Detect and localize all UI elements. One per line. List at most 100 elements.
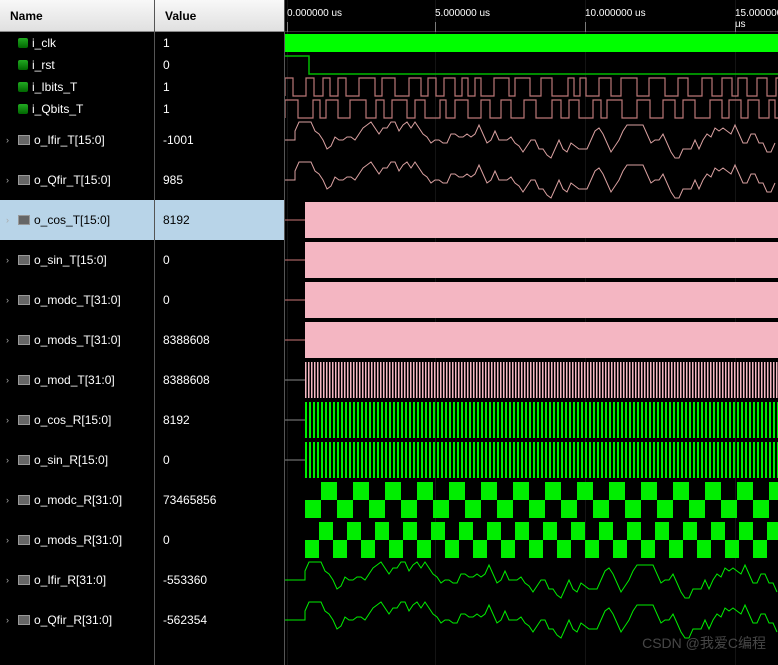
signal-row[interactable]: i_rst xyxy=(0,54,154,76)
time-ruler[interactable]: 0.000000 us 5.000000 us 10.000000 us 15.… xyxy=(285,0,778,32)
signal-row[interactable]: › o_mod_T[31:0] xyxy=(0,360,154,400)
signal-row[interactable]: › o_modc_T[31:0] xyxy=(0,280,154,320)
signal-value-list: 1011-10019858192008388608838860881920734… xyxy=(155,32,284,640)
signal-row[interactable]: › o_sin_R[15:0] xyxy=(0,440,154,480)
signal-value: 1 xyxy=(155,32,284,54)
signal-value: 0 xyxy=(155,280,284,320)
signal-name: o_modc_T[31:0] xyxy=(34,293,121,307)
name-column: Name i_clki_rsti_Ibits_Ti_Qbits_T›o_Ifir… xyxy=(0,0,155,665)
name-header[interactable]: Name xyxy=(0,0,154,32)
signal-value: -1001 xyxy=(155,120,284,160)
bus-icon xyxy=(18,335,30,345)
signal-name: o_cos_T[15:0] xyxy=(34,213,110,227)
signal-row[interactable]: › o_Qfir_T[15:0] xyxy=(0,160,154,200)
waveform-row[interactable] xyxy=(285,560,778,600)
expand-icon[interactable]: › xyxy=(6,495,18,505)
expand-icon[interactable]: › xyxy=(6,575,18,585)
signal-name: o_modc_R[31:0] xyxy=(34,493,122,507)
bus-icon xyxy=(18,295,30,305)
signal-value: 1 xyxy=(155,98,284,120)
waveform-row[interactable] xyxy=(285,32,778,54)
expand-icon[interactable]: › xyxy=(6,535,18,545)
signal-name-list: i_clk i_rst i_Ibits_T i_Qbits_T ›o_Ifir_T[15… xyxy=(0,32,154,640)
bus-icon xyxy=(18,455,30,465)
value-column: Value 1011-10019858192008388608838860881… xyxy=(155,0,285,665)
signal-value: 8388608 xyxy=(155,360,284,400)
signal-row[interactable]: i_Ibits_T xyxy=(0,76,154,98)
waveform-row[interactable] xyxy=(285,200,778,240)
ruler-tick: 15.000000 us xyxy=(735,8,778,30)
signal-value: 8192 xyxy=(155,200,284,240)
signal-name: i_clk xyxy=(32,36,56,50)
waveform-area[interactable] xyxy=(285,32,778,640)
signal-row[interactable]: ›o_Ifir_T[15:0] xyxy=(0,120,154,160)
waveform-column[interactable]: 0.000000 us 5.000000 us 10.000000 us 15.… xyxy=(285,0,778,665)
signal-row[interactable]: › o_modc_R[31:0] xyxy=(0,480,154,520)
signal-value: 0 xyxy=(155,240,284,280)
signal-name: o_mod_T[31:0] xyxy=(34,373,115,387)
signal-row[interactable]: ›o_sin_T[15:0] xyxy=(0,240,154,280)
expand-icon[interactable]: › xyxy=(6,175,18,185)
waveform-row[interactable] xyxy=(285,320,778,360)
signal-value: 8192 xyxy=(155,400,284,440)
waveform-row[interactable] xyxy=(285,120,778,160)
signal-row[interactable]: › o_Ifir_R[31:0] xyxy=(0,560,154,600)
bus-icon xyxy=(18,135,30,145)
signal-value: 0 xyxy=(155,54,284,76)
bus-icon xyxy=(18,575,30,585)
signal-row[interactable]: i_Qbits_T xyxy=(0,98,154,120)
expand-icon[interactable]: › xyxy=(6,615,18,625)
signal-name: o_Qfir_T[15:0] xyxy=(34,173,111,187)
bus-icon xyxy=(18,535,30,545)
signal-name: i_Ibits_T xyxy=(32,80,77,94)
waveform-row[interactable] xyxy=(285,98,778,120)
expand-icon[interactable]: › xyxy=(6,455,18,465)
signal-name: o_Ifir_R[31:0] xyxy=(34,573,106,587)
waveform-row[interactable] xyxy=(285,520,778,560)
waveform-row[interactable] xyxy=(285,480,778,520)
bus-icon xyxy=(18,255,30,265)
signal-row[interactable]: ›o_Qfir_R[31:0] xyxy=(0,600,154,640)
bus-icon xyxy=(18,415,30,425)
signal-name: o_sin_R[15:0] xyxy=(34,453,108,467)
expand-icon[interactable]: › xyxy=(6,295,18,305)
signal-name: o_cos_R[15:0] xyxy=(34,413,111,427)
signal-row[interactable]: › o_cos_T[15:0] xyxy=(0,200,154,240)
signal-value: -562354 xyxy=(155,600,284,640)
bus-icon xyxy=(18,495,30,505)
expand-icon[interactable]: › xyxy=(6,255,18,265)
signal-name: o_mods_T[31:0] xyxy=(34,333,121,347)
signal-value: 8388608 xyxy=(155,320,284,360)
signal-name: i_Qbits_T xyxy=(32,102,83,116)
signal-name: o_mods_R[31:0] xyxy=(34,533,122,547)
ruler-tick: 5.000000 us xyxy=(435,8,490,19)
expand-icon[interactable]: › xyxy=(6,215,18,225)
bus-icon xyxy=(18,615,30,625)
signal-row[interactable]: i_clk xyxy=(0,32,154,54)
waveform-row[interactable] xyxy=(285,440,778,480)
scalar-icon xyxy=(18,104,28,114)
scalar-icon xyxy=(18,60,28,70)
waveform-row[interactable] xyxy=(285,240,778,280)
waveform-row[interactable] xyxy=(285,54,778,76)
ruler-tick: 0.000000 us xyxy=(287,8,342,19)
expand-icon[interactable]: › xyxy=(6,375,18,385)
signal-row[interactable]: › o_mods_R[31:0] xyxy=(0,520,154,560)
signal-value: 0 xyxy=(155,440,284,480)
value-header[interactable]: Value xyxy=(155,0,284,32)
waveform-row[interactable] xyxy=(285,76,778,98)
expand-icon[interactable]: › xyxy=(6,135,18,145)
waveform-row[interactable] xyxy=(285,400,778,440)
scalar-icon xyxy=(18,38,28,48)
waveform-row[interactable] xyxy=(285,360,778,400)
signal-row[interactable]: › o_mods_T[31:0] xyxy=(0,320,154,360)
signal-value: 985 xyxy=(155,160,284,200)
expand-icon[interactable]: › xyxy=(6,415,18,425)
signal-value: 0 xyxy=(155,520,284,560)
expand-icon[interactable]: › xyxy=(6,335,18,345)
waveform-row[interactable] xyxy=(285,160,778,200)
bus-icon xyxy=(18,375,30,385)
scalar-icon xyxy=(18,82,28,92)
waveform-row[interactable] xyxy=(285,280,778,320)
signal-row[interactable]: › o_cos_R[15:0] xyxy=(0,400,154,440)
